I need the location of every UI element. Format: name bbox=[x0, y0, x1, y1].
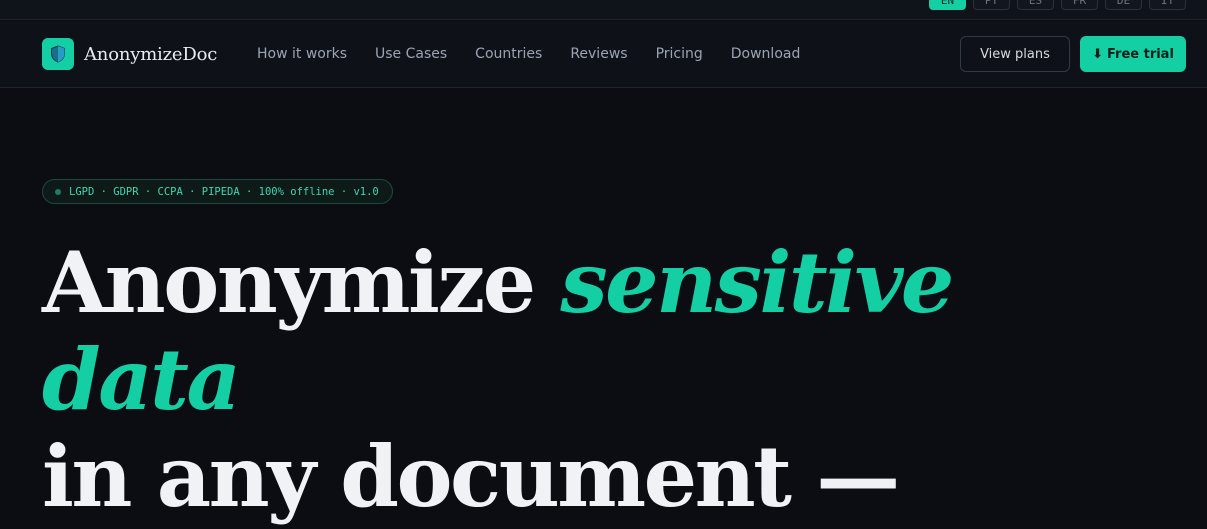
lang-button-it[interactable]: IT bbox=[1149, 0, 1186, 10]
lang-button-pt[interactable]: PT bbox=[973, 0, 1010, 10]
headline-plain-2: in any document — bbox=[42, 427, 900, 526]
shield-icon bbox=[51, 45, 65, 63]
free-trial-label: Free trial bbox=[1106, 46, 1174, 62]
nav-links: How it works Use Cases Countries Reviews… bbox=[257, 46, 800, 62]
headline-plain-1: Anonymize bbox=[42, 233, 561, 332]
free-trial-button[interactable]: ⬇ Free trial bbox=[1080, 36, 1186, 72]
nav-link-download[interactable]: Download bbox=[731, 46, 801, 62]
hero-section: LGPD · GDPR · CCPA · PIPEDA · 100% offli… bbox=[0, 89, 1207, 529]
language-bar: EN PT ES FR DE IT bbox=[0, 0, 1207, 20]
compliance-badge-text: LGPD · GDPR · CCPA · PIPEDA · 100% offli… bbox=[69, 185, 379, 198]
lang-button-es[interactable]: ES bbox=[1017, 0, 1054, 10]
headline-accent-2: data bbox=[42, 330, 241, 429]
language-selector: EN PT ES FR DE IT bbox=[929, 0, 1186, 10]
nav-link-pricing[interactable]: Pricing bbox=[656, 46, 703, 62]
nav-link-reviews[interactable]: Reviews bbox=[570, 46, 627, 62]
headline-line-1: Anonymize sensitive bbox=[42, 234, 1142, 331]
lang-button-de[interactable]: DE bbox=[1105, 0, 1142, 10]
main-navbar: AnonymizeDoc How it works Use Cases Coun… bbox=[0, 21, 1207, 88]
lang-button-en[interactable]: EN bbox=[929, 0, 966, 10]
headline-accent-1: sensitive bbox=[560, 233, 954, 332]
view-plans-button[interactable]: View plans bbox=[960, 36, 1070, 72]
lang-button-fr[interactable]: FR bbox=[1061, 0, 1098, 10]
nav-link-countries[interactable]: Countries bbox=[475, 46, 542, 62]
status-dot-icon bbox=[55, 188, 61, 195]
brand-logo-link[interactable]: AnonymizeDoc bbox=[42, 38, 217, 70]
logo-badge bbox=[42, 38, 74, 70]
nav-link-use-cases[interactable]: Use Cases bbox=[375, 46, 447, 62]
nav-link-how-it-works[interactable]: How it works bbox=[257, 46, 347, 62]
brand-name: AnonymizeDoc bbox=[84, 43, 218, 65]
download-icon: ⬇ bbox=[1092, 46, 1103, 62]
hero-headline: Anonymize sensitive data in any document… bbox=[42, 234, 1142, 525]
compliance-badge: LGPD · GDPR · CCPA · PIPEDA · 100% offli… bbox=[42, 179, 393, 204]
